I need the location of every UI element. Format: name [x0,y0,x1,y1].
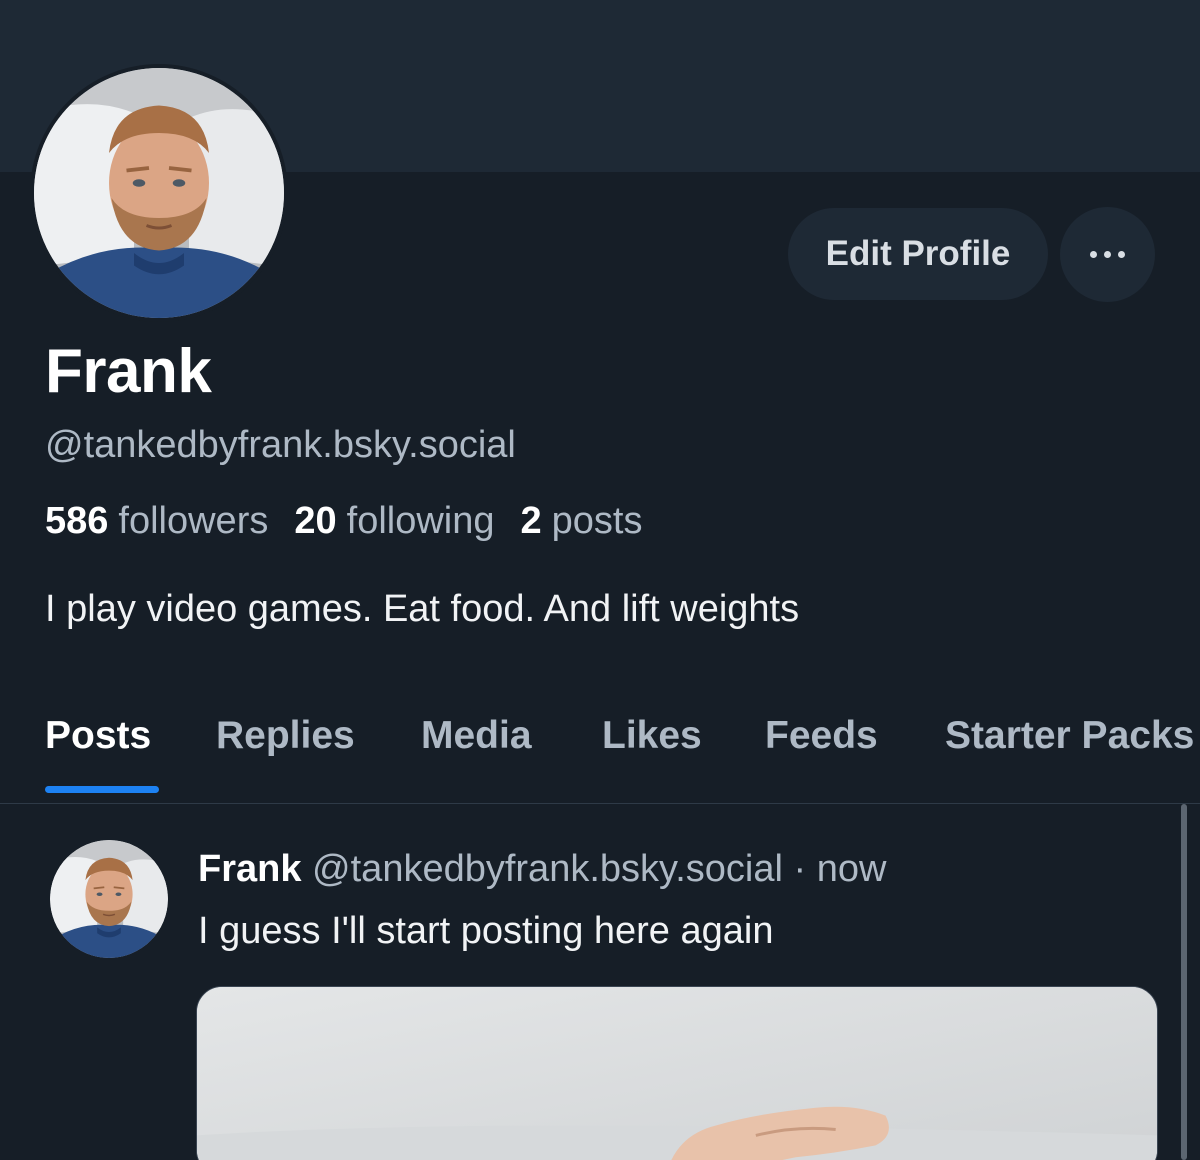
avatar-photo [34,68,284,318]
feed-post[interactable]: Frank @tankedbyfrank.bsky.social · now I… [0,804,1180,1160]
more-horizontal-icon [1090,251,1125,258]
display-name: Frank [45,337,212,406]
profile-handle: @tankedbyfrank.bsky.social [45,424,516,466]
posts-label: posts [551,500,643,542]
profile-bio: I play video games. Eat food. And lift w… [45,588,800,630]
post-timestamp[interactable]: now [817,848,887,890]
followers-count: 586 [45,500,109,542]
scrollbar[interactable] [1181,804,1187,1160]
edit-profile-button[interactable]: Edit Profile [788,208,1048,300]
tab-likes[interactable]: Likes [602,714,702,758]
post-author-avatar[interactable] [50,840,168,958]
tab-replies[interactable]: Replies [216,714,355,758]
tab-media[interactable]: Media [421,714,532,758]
following-count: 20 [294,500,337,542]
posts-stat: 2 posts [521,500,643,543]
more-options-button[interactable] [1060,207,1155,302]
post-image[interactable] [196,986,1158,1160]
profile-avatar[interactable] [30,64,288,322]
active-tab-indicator [45,786,159,793]
followers-label: followers [118,500,269,542]
post-separator: · [793,848,807,890]
post-author-name[interactable]: Frank [198,848,301,890]
following-label: following [346,500,495,542]
post-header: Frank @tankedbyfrank.bsky.social · now [198,848,886,891]
profile-page: Edit Profile Frank @tankedbyfrank.bsky.s… [0,0,1200,1160]
tab-starter-packs[interactable]: Starter Packs [945,714,1194,758]
tab-feeds[interactable]: Feeds [765,714,878,758]
post-author-handle[interactable]: @tankedbyfrank.bsky.social [312,848,783,890]
post-text: I guess I'll start posting here again [198,910,774,952]
profile-tabs: Posts Replies Media Likes Feeds Starter … [0,690,1200,804]
posts-count: 2 [520,500,542,542]
tab-posts[interactable]: Posts [45,714,151,758]
followers-link[interactable]: 586 followers [45,500,268,543]
avatar-photo [50,840,168,958]
following-link[interactable]: 20 following [294,500,494,543]
profile-stats: 586 followers 20 following 2 posts [45,500,642,543]
post-image-content [197,987,1157,1160]
